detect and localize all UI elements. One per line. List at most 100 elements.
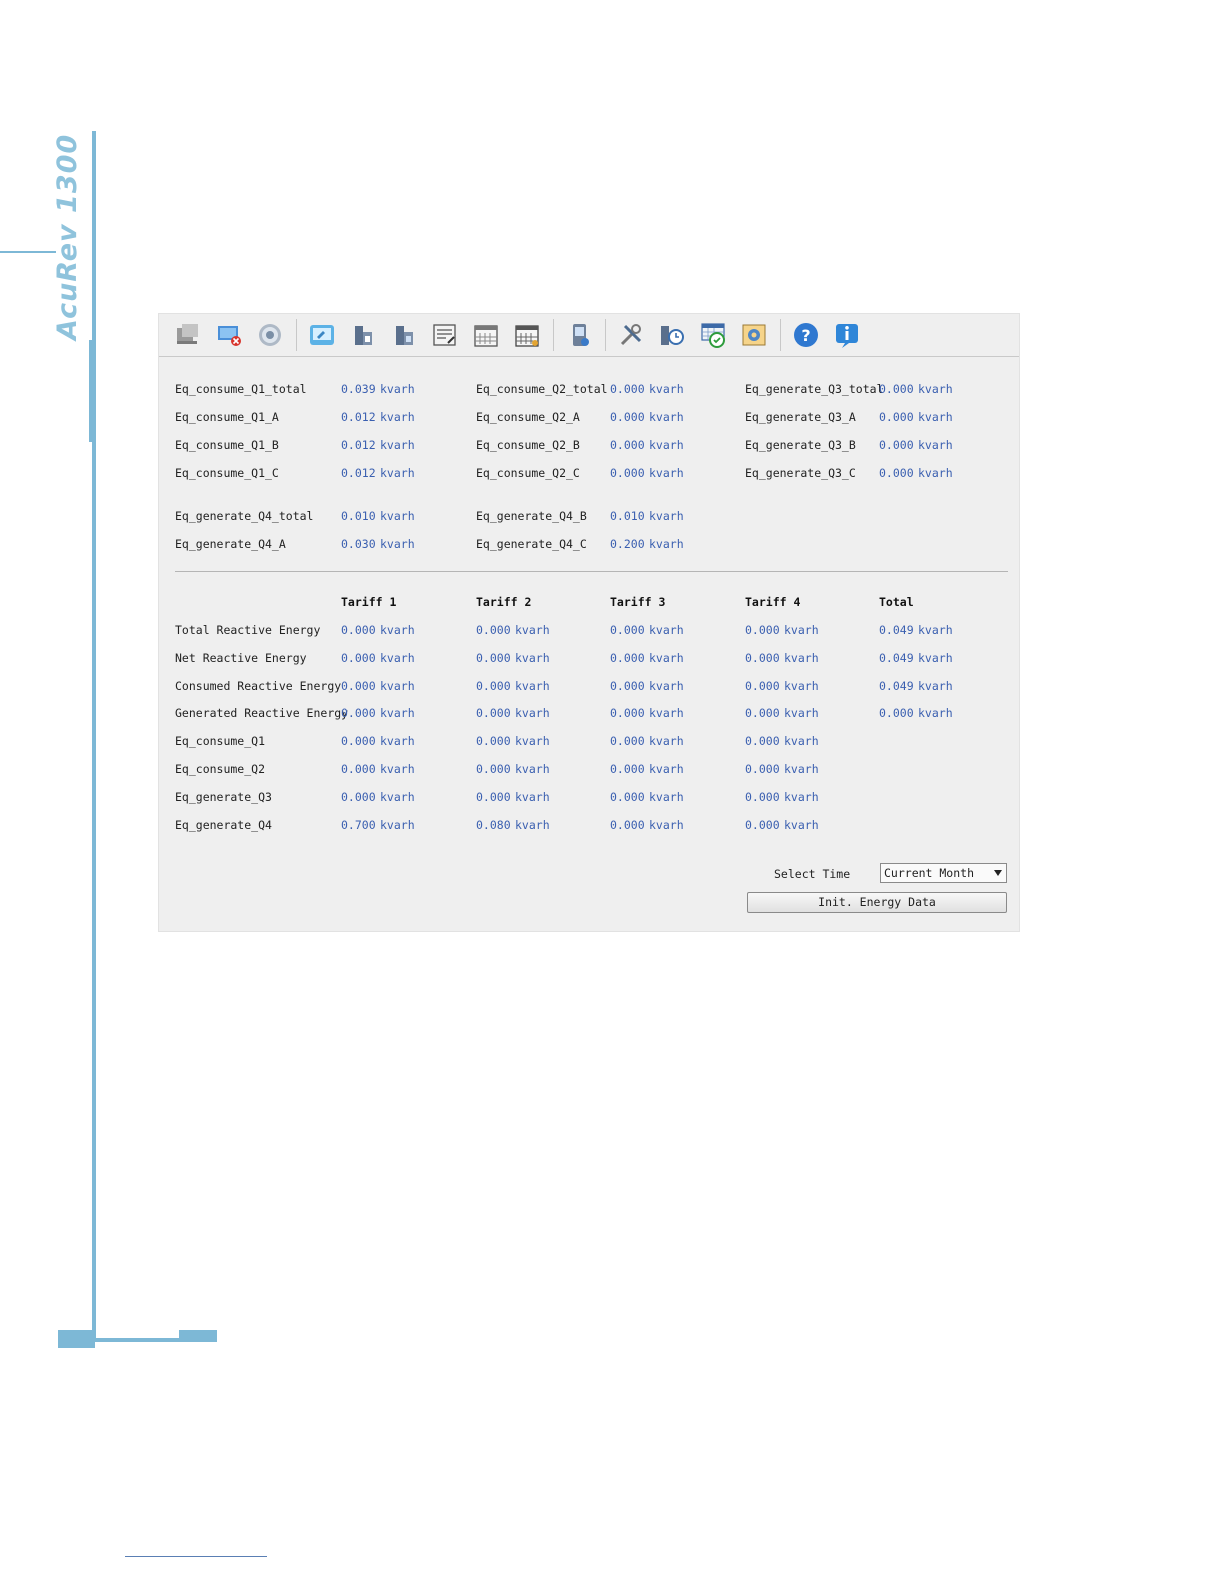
quadrant-unit: kvarh	[649, 438, 684, 452]
tariff-cell-value: 0.000	[476, 650, 511, 665]
q4-label: Eq_generate_Q4_total	[175, 509, 314, 523]
quadrant-label: Eq_consume_Q1_C	[175, 466, 279, 480]
tariff-row-label: Eq_consume_Q1	[175, 734, 266, 749]
section-divider	[175, 571, 1008, 572]
tariff-cell-value: 0.000	[341, 789, 376, 804]
quadrant-value: 0.000	[879, 382, 914, 396]
windows-toolbar-button[interactable]	[171, 318, 205, 352]
tariff-cell-unit: kvarh	[380, 762, 415, 776]
quadrant-value: 0.000	[610, 438, 645, 452]
q4-label: Eq_generate_Q4_A	[175, 537, 286, 551]
tariff-header: Tariff 3	[610, 595, 666, 609]
toolbar-separator	[553, 319, 554, 351]
tariff-cell-unit: kvarh	[649, 678, 684, 693]
tariff-cell-value: 0.049	[879, 650, 914, 665]
tariff-cell-value: 0.000	[745, 678, 780, 693]
quadrant-label: Eq_consume_Q1_B	[175, 438, 279, 452]
brand-title: AcuRev 1300	[52, 133, 83, 340]
tariff-cell-value: 0.000	[341, 706, 376, 721]
tariff-cell-value: 0.049	[879, 623, 914, 637]
tariff-cell-unit: kvarh	[784, 762, 819, 776]
tariff-cell-value: 0.000	[745, 789, 780, 804]
quadrant-label: Eq_consume_Q1_A	[175, 410, 279, 424]
help-toolbar-button[interactable]: ?	[789, 318, 823, 352]
tariff-cell-value: 0.000	[341, 623, 376, 637]
init-energy-data-button[interactable]: Init. Energy Data	[747, 892, 1007, 913]
calendar-toolbar-button[interactable]	[469, 318, 503, 352]
toolbar-separator	[605, 319, 606, 351]
tariff-cell-value: 0.000	[476, 762, 511, 776]
toolbar-separator	[296, 319, 297, 351]
quadrant-label: Eq_consume_Q2_total	[476, 382, 608, 396]
tariff-cell-unit: kvarh	[784, 678, 819, 693]
tariff-cell-unit: kvarh	[649, 789, 684, 804]
tariff-cell-value: 0.000	[745, 706, 780, 721]
footer-underline	[125, 1556, 267, 1557]
meter-2-toolbar-button[interactable]	[387, 318, 421, 352]
settings-gear-toolbar-button[interactable]	[253, 318, 287, 352]
tools-toolbar-button[interactable]	[614, 318, 648, 352]
tariff-header: Tariff 2	[476, 595, 532, 609]
calendar-alt-toolbar-button[interactable]	[510, 318, 544, 352]
quadrant-label: Eq_consume_Q2_B	[476, 438, 580, 452]
quadrant-value: 0.000	[879, 410, 914, 424]
device-icon	[573, 324, 589, 346]
clock-meter-toolbar-button[interactable]	[655, 318, 689, 352]
quadrant-unit: kvarh	[649, 410, 684, 424]
info-icon	[836, 324, 858, 348]
quadrant-value: 0.012	[341, 466, 376, 480]
monitor-toolbar-button[interactable]	[305, 318, 339, 352]
bottom-block	[58, 1330, 95, 1348]
disconnect-toolbar-button[interactable]	[212, 318, 246, 352]
tariff-cell-unit: kvarh	[918, 706, 953, 721]
schedule-toolbar-button[interactable]	[696, 318, 730, 352]
tariff-cell-value: 0.000	[879, 706, 914, 721]
windows-icon	[177, 324, 198, 344]
time-select-value: Current Month	[884, 866, 975, 880]
help-icon: ?	[794, 323, 818, 347]
tariff-cell-value: 0.000	[341, 762, 376, 776]
tools-icon	[620, 324, 642, 346]
screen-config-toolbar-button[interactable]	[737, 318, 771, 352]
tariff-cell-value: 0.000	[745, 623, 780, 637]
tariff-cell-unit: kvarh	[515, 650, 550, 665]
bottom-tab	[179, 1330, 217, 1342]
tariff-header: Tariff 4	[745, 595, 801, 609]
quadrant-label: Eq_consume_Q2_A	[476, 410, 580, 424]
tariff-cell-value: 0.000	[610, 817, 645, 832]
tariff-cell-value: 0.000	[610, 789, 645, 804]
energy-window: ? Eq_consume_Q1_total 0.039 kvarh Eq_consum…	[158, 313, 1020, 932]
q4-unit: kvarh	[649, 509, 684, 523]
q4-label: Eq_generate_Q4_C	[476, 537, 587, 551]
tariff-cell-value: 0.000	[341, 650, 376, 665]
tariff-cell-unit: kvarh	[918, 678, 953, 693]
tariff-cell-unit: kvarh	[784, 623, 819, 637]
tariff-cell-value: 0.000	[476, 789, 511, 804]
time-select[interactable]: Current Month	[880, 863, 1007, 883]
quadrant-value: 0.000	[610, 382, 645, 396]
tariff-cell-value: 0.000	[341, 734, 376, 749]
tariff-cell-unit: kvarh	[918, 650, 953, 665]
device-toolbar-button[interactable]	[562, 318, 596, 352]
tariff-cell-value: 0.000	[610, 650, 645, 665]
tariff-cell-unit: kvarh	[515, 678, 550, 693]
quadrant-unit: kvarh	[380, 410, 415, 424]
tariff-cell-unit: kvarh	[649, 817, 684, 832]
tariff-cell-unit: kvarh	[380, 706, 415, 721]
tariff-cell-unit: kvarh	[649, 762, 684, 776]
tariff-cell-unit: kvarh	[380, 623, 415, 637]
quadrant-value: 0.000	[610, 466, 645, 480]
meter-1-toolbar-button[interactable]	[346, 318, 380, 352]
quadrant-unit: kvarh	[380, 438, 415, 452]
screen-config-icon	[742, 324, 766, 346]
quadrant-label: Eq_generate_Q3_A	[745, 410, 856, 424]
tariff-cell-unit: kvarh	[784, 817, 819, 832]
form-edit-toolbar-button[interactable]	[428, 318, 462, 352]
tariff-cell-value: 0.000	[476, 623, 511, 637]
tariff-cell-unit: kvarh	[784, 789, 819, 804]
chevron-down-icon[interactable]	[994, 870, 1002, 876]
info-toolbar-button[interactable]	[830, 318, 864, 352]
q4-unit: kvarh	[380, 509, 415, 523]
q4-unit: kvarh	[649, 537, 684, 551]
tariff-cell-unit: kvarh	[515, 789, 550, 804]
